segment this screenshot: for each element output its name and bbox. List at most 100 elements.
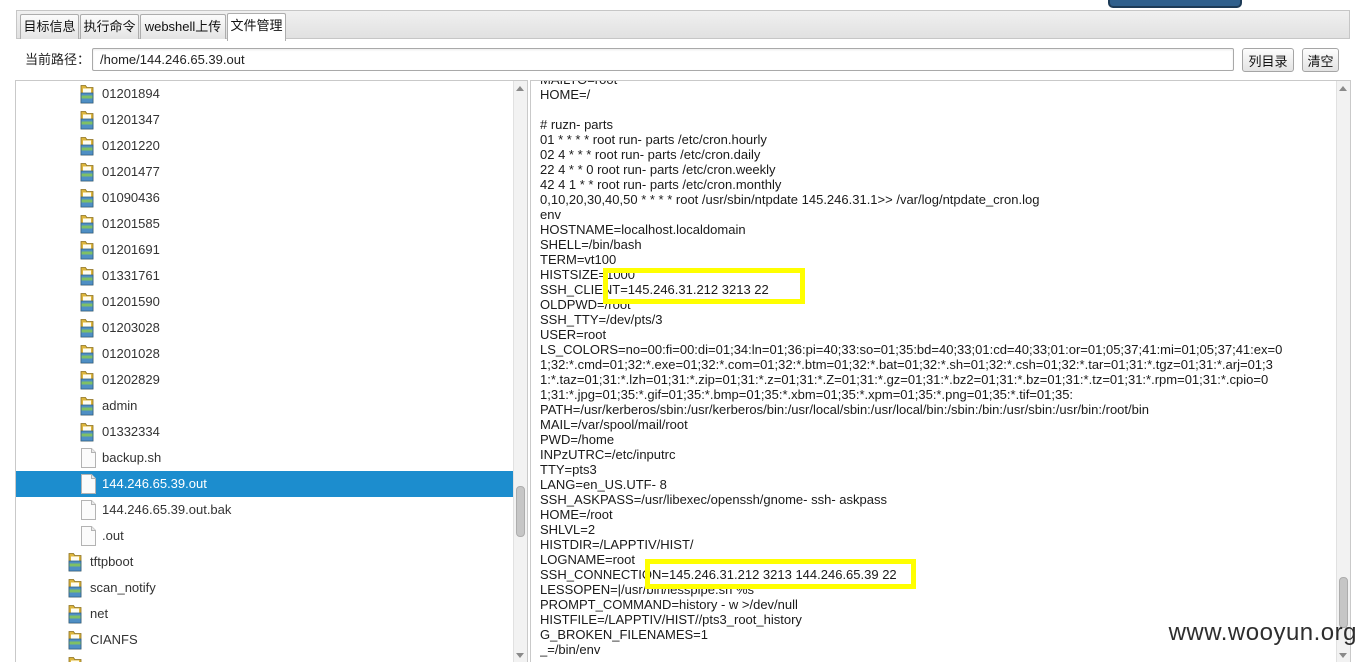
tab-bar: 目标信息 执行命令 webshell上传 文件管理	[16, 10, 1350, 41]
output-line: LS_COLORS=no=00:fi=00:di=01;34:ln=01;36:…	[540, 342, 1283, 357]
tree-item-label: 01331761	[102, 268, 160, 283]
tree-folder-item[interactable]: tftpboot	[16, 549, 513, 575]
tree-folder-item[interactable]: net	[16, 601, 513, 627]
tab-webshell-upload[interactable]: webshell上传	[140, 14, 226, 39]
tree-scrollbar[interactable]	[513, 81, 527, 662]
output-scrollbar[interactable]	[1336, 81, 1350, 662]
output-line: TERM=vt100	[540, 252, 617, 267]
tree-folder-item[interactable]: scan_notify	[16, 575, 513, 601]
tree-folder-item[interactable]: 01201220	[16, 133, 513, 159]
output-line: # ruzn- parts	[540, 117, 613, 132]
output-line: HOME=/root	[540, 507, 613, 522]
tree-folder-item[interactable]: 01201028	[16, 341, 513, 367]
folder-icon	[80, 136, 102, 156]
tree-item-label: 01201894	[102, 86, 160, 101]
folder-icon	[68, 552, 90, 572]
folder-icon	[80, 266, 102, 286]
tab-file-manager[interactable]: 文件管理	[227, 13, 286, 41]
output-line: PWD=/home	[540, 432, 615, 447]
folder-icon	[68, 630, 90, 650]
output-line: HOME=/	[540, 87, 591, 102]
tree-item-label: CIANFS	[90, 632, 138, 647]
folder-icon	[80, 84, 102, 104]
top-overlay-badge	[1108, 0, 1242, 8]
file-icon	[80, 448, 102, 468]
tree-file-item[interactable]: backup.sh	[16, 445, 513, 471]
tab-execute-command[interactable]: 执行命令	[80, 14, 139, 39]
highlight-box-ssh-client	[603, 268, 805, 304]
scroll-up-arrow[interactable]	[516, 86, 524, 91]
output-line: MAILTO=root	[540, 81, 1336, 87]
tree-folder-item[interactable]: 01331761	[16, 263, 513, 289]
folder-icon	[80, 344, 102, 364]
tree-item-label: 01201691	[102, 242, 160, 257]
tree-folder-item[interactable]: 01332334	[16, 419, 513, 445]
tree-folder-item[interactable]: 01202829	[16, 367, 513, 393]
tree-item-label: scan_notify	[90, 580, 156, 595]
list-directory-button[interactable]: 列目录	[1242, 48, 1294, 72]
tree-item-label: 144.246.65.39.out	[102, 476, 207, 491]
tree-file-item[interactable]: 144.246.65.39.out.bak	[16, 497, 513, 523]
tree-item-label: .out	[102, 528, 124, 543]
tree-item-label: 01201590	[102, 294, 160, 309]
tree-item-label: 01203028	[102, 320, 160, 335]
tree-folder-item[interactable]: 01201585	[16, 211, 513, 237]
folder-icon	[80, 162, 102, 182]
output-line: 22 4 * * 0 root run- parts /etc/cron.wee…	[540, 162, 776, 177]
output-line: PROMPT_COMMAND=history - w >/dev/null	[540, 597, 798, 612]
tree-folder-item[interactable]: 01201347	[16, 107, 513, 133]
folder-icon	[80, 370, 102, 390]
highlight-box-ssh-connection	[645, 559, 916, 589]
output-line: HOSTNAME=localhost.localdomain	[540, 222, 746, 237]
folder-icon	[80, 188, 102, 208]
folder-icon	[80, 214, 102, 234]
tree-folder-item[interactable]: 01201894	[16, 81, 513, 107]
output-line: SSH_ASKPASS=/usr/libexec/openssh/gnome- …	[540, 492, 887, 507]
tree-item-label: 01201220	[102, 138, 160, 153]
tree-item-label: tftpboot	[90, 554, 134, 569]
output-line: SHLVL=2	[540, 522, 596, 537]
tree-item-label: 01202829	[102, 372, 160, 387]
folder-icon	[68, 604, 90, 624]
tree-folder-item[interactable]: admin	[16, 393, 513, 419]
output-line: 1:*.taz=01;31:*.lzh=01;31:*.zip=01;31:*.…	[540, 372, 1269, 387]
output-line: LANG=en_US.UTF- 8	[540, 477, 667, 492]
output-line: HISTDIR=/LAPPTIV/HIST/	[540, 537, 694, 552]
tree-item-label: net	[90, 606, 109, 621]
tree-folder-item[interactable]	[16, 653, 513, 662]
scrollbar-thumb[interactable]	[516, 486, 525, 537]
folder-icon	[80, 318, 102, 338]
tree-item-label: 01201347	[102, 112, 160, 127]
tree-file-item[interactable]: 144.246.65.39.out	[16, 471, 513, 497]
tab-target-info[interactable]: 目标信息	[20, 14, 79, 39]
tree-file-item[interactable]: .out	[16, 523, 513, 549]
tree-item-label: 01332334	[102, 424, 160, 439]
file-icon	[80, 526, 102, 546]
output-line: 01 * * * * root run- parts /etc/cron.hou…	[540, 132, 767, 147]
output-line: TTY=pts3	[540, 462, 597, 477]
folder-icon	[80, 396, 102, 416]
tree-folder-item[interactable]: 01201590	[16, 289, 513, 315]
scroll-down-arrow[interactable]	[1339, 653, 1347, 658]
tree-item-label: 01201028	[102, 346, 160, 361]
current-path-label: 当前路径：	[25, 52, 91, 67]
tree-folder-item[interactable]: CIANFS	[16, 627, 513, 653]
folder-icon	[80, 292, 102, 312]
current-path-input[interactable]	[92, 48, 1234, 71]
output-line: SHELL=/bin/bash	[540, 237, 642, 252]
output-line: 1;32:*.cmd=01;32:*.exe=01;32:*.com=01;32…	[540, 357, 1273, 372]
file-tree-panel: 01201894 01201347 01201220 01201477 01090436…	[15, 80, 528, 662]
tree-folder-item[interactable]: 01090436	[16, 185, 513, 211]
output-line: 0,10,20,30,40,50 * * * * root /usr/sbin/…	[540, 192, 1040, 207]
scroll-down-arrow[interactable]	[516, 653, 524, 658]
clear-button[interactable]: 清空	[1302, 48, 1339, 72]
file-tree: 01201894 01201347 01201220 01201477 01090436…	[16, 81, 513, 662]
watermark-text: www.wooyun.org	[1168, 619, 1357, 646]
tree-folder-item[interactable]: 01201691	[16, 237, 513, 263]
scroll-up-arrow[interactable]	[1339, 86, 1347, 91]
tree-item-label: 144.246.65.39.out.bak	[102, 502, 232, 517]
tree-item-label: admin	[102, 398, 138, 413]
tree-folder-item[interactable]: 01203028	[16, 315, 513, 341]
tree-folder-item[interactable]: 01201477	[16, 159, 513, 185]
